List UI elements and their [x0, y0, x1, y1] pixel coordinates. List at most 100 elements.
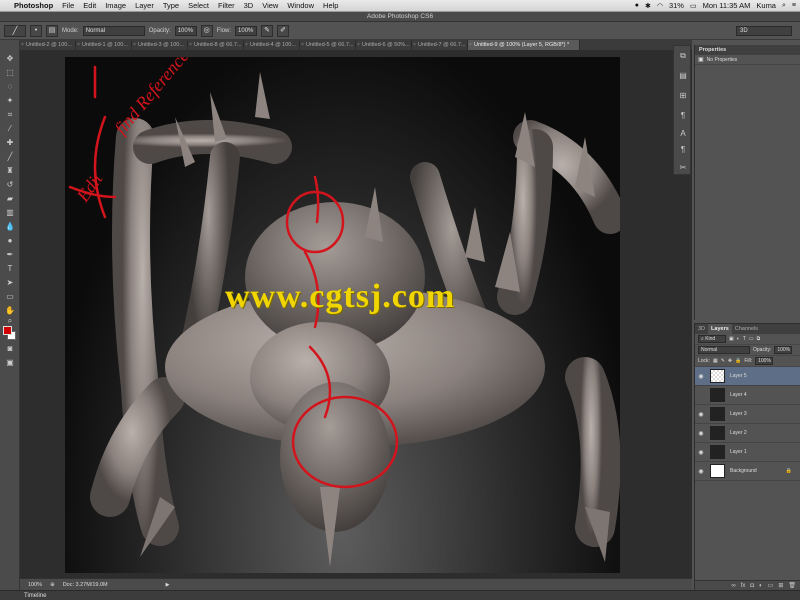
- layer-fill-field[interactable]: 100%: [755, 357, 774, 365]
- hand-tool-icon[interactable]: ✋: [4, 306, 16, 316]
- character-panel-icon[interactable]: A: [676, 128, 690, 140]
- menu-layer[interactable]: Layer: [135, 1, 154, 10]
- doc-tab-active[interactable]: × Untitled-9 @ 100% (Layer 5, RGB/8*) *: [468, 40, 580, 50]
- blur-tool-icon[interactable]: 💧: [4, 222, 16, 232]
- adjustments-panel-icon[interactable]: ⊞: [676, 90, 690, 102]
- filter-adjust-icon[interactable]: ◐: [737, 336, 740, 342]
- layer-name[interactable]: Layer 2: [730, 430, 747, 436]
- layer-row[interactable]: ◉ Layer 3: [695, 405, 800, 424]
- flow-field[interactable]: 100%: [235, 25, 258, 36]
- visibility-eye-icon[interactable]: ◉: [695, 449, 707, 456]
- layer-style-icon[interactable]: fx: [741, 581, 746, 590]
- menu-filter[interactable]: Filter: [218, 1, 235, 10]
- paragraph-styles-icon[interactable]: ¶: [676, 144, 690, 156]
- layer-row-background[interactable]: ◉ Background 🔒: [695, 462, 800, 481]
- close-icon[interactable]: ×: [77, 40, 80, 50]
- menu-image[interactable]: Image: [105, 1, 126, 10]
- filter-smart-icon[interactable]: ⧉: [757, 336, 761, 342]
- doc-tab[interactable]: × Untitled-4 @ 100...: [244, 40, 300, 50]
- airbrush-icon[interactable]: ✎: [261, 24, 274, 37]
- close-icon[interactable]: ×: [469, 40, 472, 50]
- brush-panel-toggle-icon[interactable]: ▤: [46, 24, 58, 37]
- close-icon[interactable]: ×: [189, 40, 192, 50]
- blend-mode-select[interactable]: Normal: [698, 346, 750, 354]
- visibility-eye-icon[interactable]: ◉: [695, 411, 707, 418]
- gradient-tool-icon[interactable]: ▥: [4, 208, 16, 218]
- type-tool-icon[interactable]: T: [4, 264, 16, 274]
- history-panel-icon[interactable]: ⧉: [676, 50, 690, 62]
- brush-preset-picker[interactable]: ╱: [4, 24, 26, 37]
- doc-tab[interactable]: × Untitled-1 @ 100...: [76, 40, 132, 50]
- menubar-user[interactable]: Kuma: [756, 1, 776, 10]
- dodge-tool-icon[interactable]: ●: [4, 236, 16, 246]
- menu-view[interactable]: View: [262, 1, 278, 10]
- shape-tool-icon[interactable]: ▭: [4, 292, 16, 302]
- pen-tool-icon[interactable]: ✒: [4, 250, 16, 260]
- screen-mode-icon[interactable]: ▣: [4, 358, 16, 368]
- layer-name[interactable]: Layer 4: [730, 392, 747, 398]
- share-icon[interactable]: ⊕: [50, 582, 55, 588]
- zoom-level[interactable]: 100%: [28, 582, 42, 588]
- tab-layers[interactable]: Layers: [708, 324, 732, 334]
- crop-tool-icon[interactable]: ⌗: [4, 110, 16, 120]
- close-icon[interactable]: ×: [133, 40, 136, 50]
- menu-select[interactable]: Select: [188, 1, 209, 10]
- doc-tab[interactable]: × Untitled-8 @ 66.7...: [188, 40, 244, 50]
- spotlight-icon[interactable]: ⌕: [782, 2, 786, 10]
- lock-all-icon[interactable]: 🔒: [735, 358, 741, 364]
- lasso-tool-icon[interactable]: ◌: [4, 82, 16, 92]
- visibility-eye-icon[interactable]: ◉: [695, 468, 707, 475]
- mode-select[interactable]: Normal: [82, 25, 145, 36]
- doc-tab[interactable]: × Untitled-2 @ 100...: [20, 40, 76, 50]
- eyedropper-tool-icon[interactable]: ⁄: [4, 124, 16, 134]
- close-icon[interactable]: ×: [301, 40, 304, 50]
- layer-name[interactable]: Layer 3: [730, 411, 747, 417]
- layer-row[interactable]: ◉ Layer 1: [695, 443, 800, 462]
- move-tool-icon[interactable]: ✥: [4, 54, 16, 64]
- layer-row[interactable]: ◉ Layer 5: [695, 367, 800, 386]
- filter-type-icon[interactable]: T: [743, 336, 746, 342]
- properties-title[interactable]: Properties: [695, 45, 800, 55]
- pressure-opacity-icon[interactable]: ◎: [200, 24, 213, 37]
- close-icon[interactable]: ×: [21, 40, 24, 50]
- layer-name[interactable]: Layer 1: [730, 449, 747, 455]
- layer-row[interactable]: ◉ Layer 2: [695, 424, 800, 443]
- brush-panel-icon[interactable]: ▤: [676, 70, 690, 82]
- wifi-icon[interactable]: ◠: [657, 2, 663, 10]
- tab-3d[interactable]: 3D: [695, 324, 708, 334]
- trash-icon[interactable]: 🗑: [788, 581, 796, 590]
- marquee-tool-icon[interactable]: ⬚: [4, 68, 16, 78]
- zoom-tool-icon[interactable]: ⌕: [4, 316, 16, 326]
- doc-tab[interactable]: × Untitled-7 @ 66.7...: [412, 40, 468, 50]
- brush-size-picker[interactable]: •: [30, 24, 42, 37]
- menu-file[interactable]: File: [62, 1, 74, 10]
- menu-edit[interactable]: Edit: [83, 1, 96, 10]
- doc-tab[interactable]: × Untitled-3 @ 100...: [132, 40, 188, 50]
- tab-channels[interactable]: Channels: [732, 324, 761, 334]
- brush-tool-icon[interactable]: ╱: [4, 152, 16, 162]
- filter-shape-icon[interactable]: ▭: [749, 336, 754, 342]
- visibility-eye-icon[interactable]: ◉: [695, 373, 707, 380]
- eraser-tool-icon[interactable]: ▰: [4, 194, 16, 204]
- bluetooth-icon[interactable]: ✱: [645, 2, 651, 10]
- battery-percent[interactable]: 31%: [669, 1, 684, 10]
- lock-position-icon[interactable]: ✥: [728, 358, 732, 364]
- filter-pixel-icon[interactable]: ▣: [729, 336, 734, 342]
- close-icon[interactable]: ×: [245, 40, 248, 50]
- layer-name[interactable]: Layer 5: [730, 373, 747, 379]
- menu-app-name[interactable]: Photoshop: [14, 1, 53, 10]
- doc-tab[interactable]: × Untitled-6 @ 50%...: [356, 40, 412, 50]
- opacity-field[interactable]: 100%: [174, 25, 197, 36]
- tool-presets-icon[interactable]: ✂: [676, 162, 690, 174]
- layer-opacity-field[interactable]: 100%: [774, 346, 793, 354]
- menubar-clock[interactable]: Mon 11:35 AM: [703, 1, 751, 10]
- timeline-panel-tab[interactable]: Timeline: [0, 590, 800, 600]
- workspace-switcher[interactable]: 3D: [736, 26, 792, 36]
- menu-help[interactable]: Help: [323, 1, 338, 10]
- link-layers-icon[interactable]: ∞: [731, 581, 735, 590]
- new-layer-icon[interactable]: ⊞: [778, 581, 783, 590]
- menu-type[interactable]: Type: [163, 1, 179, 10]
- foreground-color-swatch[interactable]: [3, 326, 12, 335]
- layer-kind-filter[interactable]: ⌕ Kind: [698, 335, 726, 343]
- record-icon[interactable]: ●: [635, 2, 639, 9]
